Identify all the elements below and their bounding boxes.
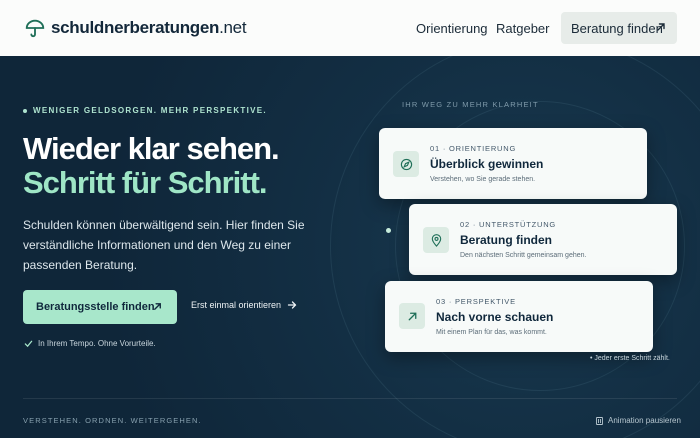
step-card-perspektive[interactable]: 03 · PERSPEKTIVE Nach vorne schauen Mit …: [385, 281, 653, 352]
step-number: 01 · ORIENTIERUNG: [430, 144, 517, 153]
brand-logo[interactable]: schuldnerberatungen.net: [24, 17, 247, 39]
brand-name: schuldnerberatungen.net: [51, 18, 247, 37]
step-number: 02 · UNTERSTÜTZUNG: [460, 220, 557, 229]
site-header: schuldnerberatungen.net Orientierung Rat…: [0, 0, 700, 56]
footer-tagline: VERSTEHEN. ORDNEN. WEITERGEHEN.: [23, 416, 202, 425]
step-subtitle: Verstehen, wo Sie gerade stehen.: [430, 176, 536, 183]
secondary-cta-label: Erst einmal orientieren: [191, 300, 282, 310]
nav-cta-label: Beratung finden: [571, 20, 663, 36]
hero-headline-line1: Wieder klar sehen.: [23, 131, 280, 166]
nav-link-ratgeber[interactable]: Ratgeber: [496, 21, 549, 36]
pause-icon: [596, 416, 603, 425]
arrow-up-right-icon: [399, 303, 425, 329]
step-number: 03 · PERSPEKTIVE: [436, 297, 516, 306]
arrow-up-right-icon: [154, 303, 161, 310]
path-section-label: IHR WEG ZU MEHR KLARHEIT: [402, 100, 539, 109]
step-card-orientierung[interactable]: 01 · ORIENTIERUNG Überblick gewinnen Ver…: [379, 128, 647, 199]
nav-link-orientierung[interactable]: Orientierung: [416, 21, 488, 36]
eyebrow-dot: [23, 108, 27, 113]
hero-eyebrow: WENIGER GELDSORGEN. MEHR PERSPEKTIVE.: [23, 106, 267, 115]
step-title: Überblick gewinnen: [430, 157, 544, 171]
beratungsstelle-finden-button[interactable]: Beratungsstelle finden: [23, 290, 177, 324]
step-title: Nach vorne schauen: [436, 310, 554, 324]
step-subtitle: Mit einem Plan für das, was kommt.: [436, 329, 547, 336]
pause-label: Animation pausieren: [608, 416, 681, 425]
hero-section: WENIGER GELDSORGEN. MEHR PERSPEKTIVE. Wi…: [0, 56, 700, 438]
arrow-right-icon: [287, 301, 297, 309]
check-icon: [24, 340, 33, 348]
pause-animation-button[interactable]: Animation pausieren: [596, 416, 681, 425]
umbrella-icon: [25, 19, 45, 38]
path-footnote: • Jeder erste Schritt zählt.: [590, 355, 670, 362]
erst-einmal-orientieren-link[interactable]: Erst einmal orientieren: [191, 300, 297, 310]
step-card-unterstuetzung[interactable]: 02 · UNTERSTÜTZUNG Beratung finden Den n…: [409, 204, 677, 275]
hero-reassurance-note: In Ihrem Tempo. Ohne Vorurteile.: [24, 339, 156, 348]
footer-divider: [23, 398, 677, 399]
step-title: Beratung finden: [460, 233, 552, 247]
arrow-up-right-icon: [657, 23, 665, 31]
step-subtitle: Den nächsten Schritt gemeinsam gehen.: [460, 252, 587, 259]
map-pin-icon: [423, 227, 449, 253]
path-dot: [386, 228, 391, 233]
nav-beratung-finden-button[interactable]: Beratung finden: [561, 12, 677, 44]
hero-headline-line2: Schritt für Schritt.: [23, 165, 268, 200]
compass-icon: [393, 151, 419, 177]
primary-cta-label: Beratungsstelle finden: [36, 301, 155, 313]
hero-lead-text: Schulden können überwältigend sein. Hier…: [23, 218, 305, 272]
